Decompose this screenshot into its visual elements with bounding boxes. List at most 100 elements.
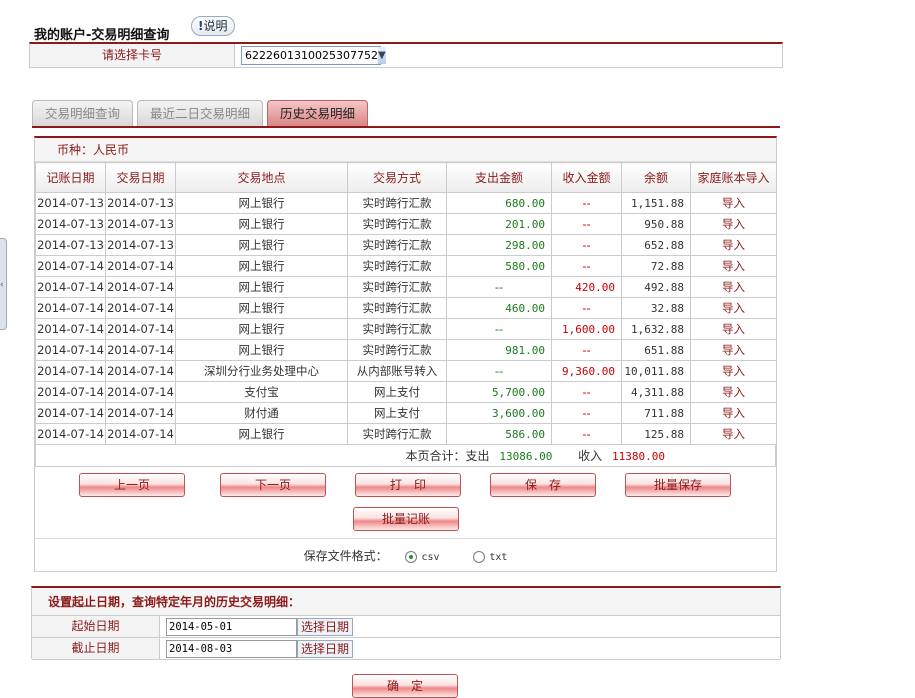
column-header: 余额 [621,162,691,193]
method-cell: 实时跨行汇款 [347,276,447,298]
expense-cell: 298.00 [446,234,552,256]
method-cell: 实时跨行汇款 [347,318,447,340]
income-cell: -- [551,423,622,445]
end-date-input[interactable] [166,640,297,658]
page-summary: 本页合计：支出 13086.00 收入 11380.00 [35,445,776,467]
expense-cell: 460.00 [446,297,552,319]
date-range-title: 设置起止日期，查询特定年月的历史交易明细： [32,588,780,616]
start-date-input[interactable] [166,618,297,636]
print-button[interactable]: 打 印 [355,473,461,497]
expense-cell: 981.00 [446,339,552,361]
balance-cell: 711.88 [621,402,691,424]
table-row: 2014-07-14 2014-07-14 财付通 网上支付 3,600.00 -- 711… [35,402,777,424]
column-header: 交易方式 [347,162,447,193]
income-cell: -- [551,297,622,319]
transaction-date-cell: 2014-07-14 [105,339,176,361]
balance-cell: 125.88 [621,423,691,445]
tab-history[interactable]: 历史交易明细 [267,100,369,126]
page-title: 我的账户-交易明细查询 [34,28,170,43]
table-row: 2014-07-13 2014-07-13 网上银行 实时跨行汇款 298.00 -- 65… [35,234,777,256]
import-link-cell[interactable]: 导入 [690,360,777,382]
posting-date-cell: 2014-07-14 [35,402,106,424]
help-button[interactable]: !说明 [191,16,235,36]
posting-date-cell: 2014-07-14 [35,381,106,403]
method-cell: 实时跨行汇款 [347,234,447,256]
tab-bar: 交易明细查询 最近二日交易明细 历史交易明细 [32,100,369,126]
column-header: 家庭账本导入 [690,162,777,193]
import-link-cell[interactable]: 导入 [690,402,777,424]
table-row: 2014-07-14 2014-07-14 网上银行 实时跨行汇款 -- 420.00 49… [35,276,777,298]
method-cell: 实时跨行汇款 [347,297,447,319]
balance-cell: 950.88 [621,213,691,235]
column-header: 交易日期 [105,162,176,193]
import-link-cell[interactable]: 导入 [690,423,777,445]
transaction-date-cell: 2014-07-14 [105,402,176,424]
column-header: 收入金额 [551,162,622,193]
import-link-cell[interactable]: 导入 [690,381,777,403]
file-format-row: 保存文件格式： csv txt [35,538,776,572]
transaction-date-cell: 2014-07-14 [105,318,176,340]
table-row: 2014-07-13 2014-07-13 网上银行 实时跨行汇款 201.00 -- 95… [35,213,777,235]
summary-expense: 13086.00 [499,450,553,463]
tab-last-two-days[interactable]: 最近二日交易明细 [137,100,264,126]
location-cell: 网上银行 [175,192,348,214]
card-number-select[interactable]: 6222601310025307752 ▼ [241,46,386,65]
transaction-date-cell: 2014-07-14 [105,297,176,319]
radio-txt[interactable] [473,550,486,563]
column-header: 交易地点 [175,162,348,193]
start-date-picker-button[interactable]: 选择日期 [297,618,354,636]
table-row: 2014-07-13 2014-07-13 网上银行 实时跨行汇款 680.00 -- 1,… [35,192,777,214]
posting-date-cell: 2014-07-14 [35,255,106,277]
location-cell: 支付宝 [175,381,348,403]
tab-divider [32,126,780,128]
import-link-cell[interactable]: 导入 [690,318,777,340]
batch-post-button[interactable]: 批量记账 [353,507,459,531]
save-button[interactable]: 保 存 [490,473,596,497]
import-link-cell[interactable]: 导入 [690,255,777,277]
table-row: 2014-07-14 2014-07-14 网上银行 实时跨行汇款 460.00 -- 32… [35,297,777,319]
confirm-button[interactable]: 确 定 [352,674,458,698]
expense-cell: 5,700.00 [446,381,552,403]
method-cell: 网上支付 [347,381,447,403]
table-row: 2014-07-14 2014-07-14 支付宝 网上支付 5,700.00 -- 4,3… [35,381,777,403]
import-link-cell[interactable]: 导入 [690,213,777,235]
posting-date-cell: 2014-07-14 [35,276,106,298]
table-row: 2014-07-14 2014-07-14 网上银行 实时跨行汇款 981.00 -- 65… [35,339,777,361]
transaction-date-cell: 2014-07-14 [105,255,176,277]
income-cell: 1,600.00 [551,318,622,340]
prev-page-button[interactable]: 上一页 [79,473,185,497]
posting-date-cell: 2014-07-14 [35,423,106,445]
expense-cell: -- [446,276,552,298]
side-collapse-handle[interactable]: ‹ [0,238,7,330]
posting-date-cell: 2014-07-14 [35,297,106,319]
radio-csv[interactable] [405,550,418,563]
location-cell: 网上银行 [175,234,348,256]
start-date-label: 起始日期 [32,616,160,637]
method-cell: 实时跨行汇款 [347,255,447,277]
transaction-date-cell: 2014-07-14 [105,360,176,382]
balance-cell: 652.88 [621,234,691,256]
expense-cell: 3,600.00 [446,402,552,424]
income-cell: -- [551,381,622,403]
batch-save-button[interactable]: 批量保存 [625,473,731,497]
column-header: 记账日期 [35,162,106,193]
tab-transaction-query[interactable]: 交易明细查询 [32,100,134,126]
import-link-cell[interactable]: 导入 [690,339,777,361]
income-cell: -- [551,192,622,214]
import-link-cell[interactable]: 导入 [690,234,777,256]
method-cell: 从内部账号转入 [347,360,447,382]
table-row: 2014-07-14 2014-07-14 深圳分行业务处理中心 从内部账号转入 -- 9… [35,360,777,382]
transaction-table: 记账日期 交易日期 交易地点 交易方式 支出金额 收入金额 余额 家庭账本导入 2014-07… [35,162,777,445]
chevron-down-icon: ▼ [377,47,386,64]
balance-cell: 1,632.88 [621,318,691,340]
import-link-cell[interactable]: 导入 [690,192,777,214]
transaction-date-cell: 2014-07-14 [105,423,176,445]
end-date-picker-button[interactable]: 选择日期 [297,640,354,658]
balance-cell: 4,311.88 [621,381,691,403]
expense-cell: 586.00 [446,423,552,445]
import-link-cell[interactable]: 导入 [690,276,777,298]
expense-cell: 201.00 [446,213,552,235]
import-link-cell[interactable]: 导入 [690,297,777,319]
card-select-row: 请选择卡号 6222601310025307752 ▼ [29,42,783,68]
next-page-button[interactable]: 下一页 [220,473,326,497]
